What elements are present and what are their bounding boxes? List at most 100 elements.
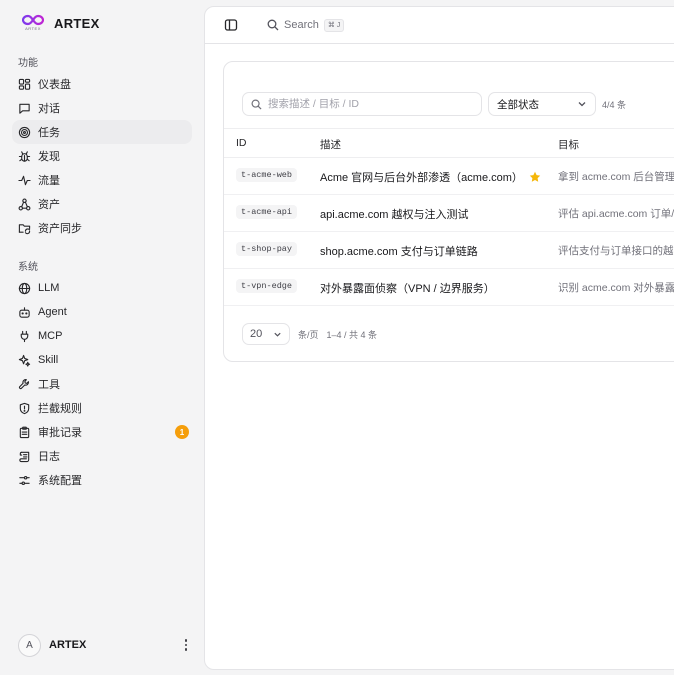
- topbar: Search ⌘ J: [205, 7, 674, 44]
- chevron-down-icon: [274, 332, 281, 337]
- sidebar-item-dashboard[interactable]: 仪表盘: [12, 72, 192, 96]
- task-target: 拿到 acme.com 后台管理: [558, 171, 674, 183]
- sidebar-item-label: 拦截规则: [38, 403, 82, 415]
- target-icon: [18, 126, 31, 138]
- task-description-text: 对外暴露面侦察（VPN / 边界服务）: [320, 283, 495, 295]
- dashboard-icon: [18, 78, 31, 90]
- status-filter-select[interactable]: 全部状态: [488, 92, 596, 116]
- sidebar-item-bot[interactable]: Agent: [12, 300, 192, 324]
- sidebar-item-label: Skill: [38, 354, 59, 366]
- page-range: 1–4 / 共 4 条: [326, 329, 378, 340]
- page-size-select[interactable]: 20: [242, 323, 290, 345]
- task-target: 评估支付与订单接口的越: [558, 245, 674, 257]
- search-icon: [251, 99, 262, 110]
- sidebar-item-chat[interactable]: 对话: [12, 96, 192, 120]
- task-description[interactable]: Acme 官网与后台外部渗透（acme.com）: [320, 169, 541, 185]
- sidebar-item-label: 日志: [38, 451, 60, 463]
- sidebar-item-label: 系统配置: [38, 475, 82, 487]
- brand-name: ARTEX: [54, 15, 100, 31]
- sidebar-item-label: 资产: [38, 199, 60, 211]
- page-size-value: 20: [250, 328, 263, 340]
- task-id: t-shop-pay: [236, 242, 298, 256]
- table-row[interactable]: t-shop-pay shop.acme.com 支付与订单链路 评估支付与订单接口…: [224, 232, 674, 269]
- status-filter-value: 全部状态: [497, 98, 539, 111]
- main-panel: Search ⌘ J 全部状态 4/4 条 ID 描述 目标 t-acme-we…: [204, 6, 674, 670]
- search-shortcut: ⌘ J: [323, 18, 345, 32]
- bot-icon: [19, 306, 30, 318]
- star-icon[interactable]: [529, 171, 541, 183]
- column-header-target[interactable]: 目标: [558, 137, 579, 152]
- sidebar-item-plug[interactable]: MCP: [12, 324, 192, 348]
- sidebar-item-settings-sliders[interactable]: 系统配置: [12, 468, 192, 492]
- sparkles-icon: [18, 354, 31, 367]
- brand[interactable]: ARTEX ARTEX: [22, 14, 100, 32]
- search-icon: [267, 19, 279, 31]
- brand-logo-icon: ARTEX: [22, 14, 44, 32]
- user-name: ARTEX: [49, 639, 87, 651]
- task-description[interactable]: api.acme.com 越权与注入测试: [320, 206, 469, 222]
- sidebar-item-label: 流量: [38, 175, 60, 187]
- clipboard-icon: [19, 426, 30, 438]
- notification-badge: 1: [175, 425, 189, 439]
- wrench-icon: [18, 378, 29, 389]
- table-row[interactable]: t-vpn-edge 对外暴露面侦察（VPN / 边界服务） 识别 acme.com…: [224, 269, 674, 306]
- section-label-system: 系统: [18, 262, 38, 273]
- sidebar: ARTEX ARTEX 功能 仪表盘对话任务发现流量资产资产同步 系统 LLM A…: [0, 0, 204, 675]
- avatar[interactable]: A: [18, 633, 41, 657]
- task-id: t-vpn-edge: [236, 279, 298, 293]
- chat-icon: [19, 103, 30, 114]
- column-header-desc[interactable]: 描述: [320, 137, 341, 152]
- bug-icon: [18, 150, 31, 162]
- task-search-field[interactable]: [242, 92, 482, 116]
- shield-icon: [19, 402, 30, 414]
- search-label: Search: [284, 19, 319, 31]
- sidebar-item-scroll[interactable]: 日志: [12, 444, 192, 468]
- sidebar-item-label: 工具: [38, 379, 60, 391]
- sidebar-item-label: LLM: [38, 282, 60, 294]
- sidebar-toggle-icon[interactable]: [224, 18, 238, 32]
- sidebar-item-label: MCP: [38, 330, 63, 342]
- sidebar-item-label: 审批记录: [38, 427, 82, 439]
- task-description-text: Acme 官网与后台外部渗透（acme.com）: [320, 172, 523, 184]
- task-description[interactable]: shop.acme.com 支付与订单链路: [320, 243, 478, 259]
- activity-icon: [18, 175, 31, 185]
- network-icon: [18, 198, 31, 210]
- sidebar-item-wrench[interactable]: 工具: [12, 372, 192, 396]
- sidebar-item-bug[interactable]: 发现: [12, 144, 192, 168]
- sidebar-item-clipboard[interactable]: 审批记录 1: [12, 420, 192, 444]
- task-search-input[interactable]: [268, 98, 468, 110]
- scroll-icon: [19, 451, 30, 462]
- globe-icon: [18, 282, 31, 294]
- folder-sync-icon: [18, 223, 31, 234]
- task-target: 评估 api.acme.com 订单/: [558, 208, 674, 220]
- sidebar-item-label: 对话: [38, 103, 60, 115]
- result-count: 4/4 条: [602, 100, 627, 110]
- sidebar-item-label: 任务: [38, 127, 60, 139]
- task-id: t-acme-web: [236, 168, 298, 182]
- task-description-text: api.acme.com 越权与注入测试: [320, 209, 469, 221]
- sidebar-item-sparkles[interactable]: Skill: [12, 348, 192, 372]
- sidebar-item-label: 仪表盘: [38, 79, 71, 91]
- sidebar-item-target[interactable]: 任务: [12, 120, 192, 144]
- sidebar-item-shield[interactable]: 拦截规则: [12, 396, 192, 420]
- section-label-features: 功能: [18, 58, 38, 69]
- pagination: 20 条/页 1–4 / 共 4 条: [242, 323, 377, 345]
- sidebar-item-label: Agent: [38, 306, 67, 318]
- sidebar-item-network[interactable]: 资产: [12, 192, 192, 216]
- sidebar-item-label: 资产同步: [38, 223, 82, 235]
- settings-sliders-icon: [19, 475, 30, 485]
- column-header-id[interactable]: ID: [236, 137, 247, 149]
- user-menu[interactable]: A ARTEX: [18, 633, 192, 657]
- command-search-button[interactable]: Search ⌘ J: [267, 16, 345, 34]
- sidebar-item-globe[interactable]: LLM: [12, 276, 192, 300]
- sidebar-item-activity[interactable]: 流量: [12, 168, 192, 192]
- more-vertical-icon[interactable]: [180, 637, 192, 653]
- task-id: t-acme-api: [236, 205, 298, 219]
- tasks-card: 全部状态 4/4 条 ID 描述 目标 t-acme-web Acme 官网与后台…: [223, 61, 674, 362]
- sidebar-item-label: 发现: [38, 151, 60, 163]
- table-row[interactable]: t-acme-api api.acme.com 越权与注入测试 评估 api.acm…: [224, 195, 674, 232]
- sidebar-item-folder-sync[interactable]: 资产同步: [12, 216, 192, 240]
- chevron-down-icon: [578, 102, 586, 107]
- table-row[interactable]: t-acme-web Acme 官网与后台外部渗透（acme.com） 拿到 acm…: [224, 158, 674, 195]
- task-description[interactable]: 对外暴露面侦察（VPN / 边界服务）: [320, 280, 495, 296]
